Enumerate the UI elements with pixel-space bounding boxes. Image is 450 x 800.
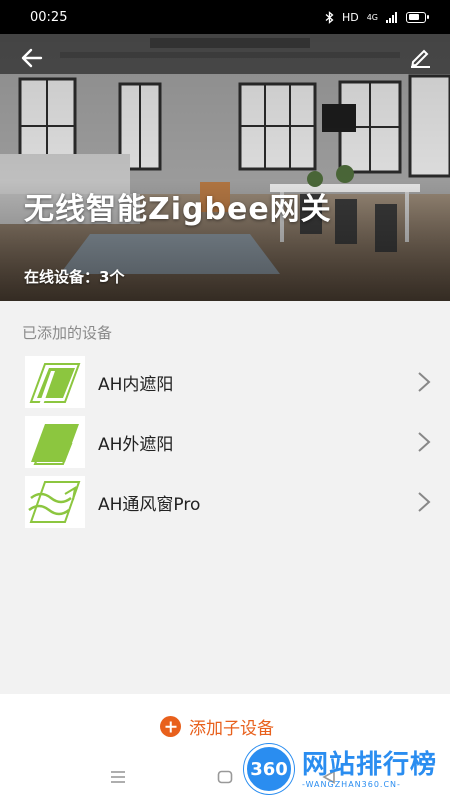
ventilation-window-icon — [25, 476, 85, 528]
status-bar: 00:25 HD 4G — [0, 0, 450, 34]
network-label: HD — [341, 10, 359, 24]
status-time: 00:25 — [30, 9, 68, 25]
chevron-right-icon — [418, 492, 431, 512]
status-icons: HD 4G — [325, 10, 429, 24]
page-title: 无线智能Zigbee网关 — [24, 192, 332, 227]
online-device-count: 在线设备：3个 — [24, 268, 125, 286]
inner-shade-icon — [25, 356, 85, 408]
home-icon[interactable] — [217, 770, 233, 784]
outer-shade-icon — [25, 416, 85, 468]
device-label: AH通风窗Pro — [98, 494, 201, 515]
device-item-outer-shade[interactable]: AH外遮阳 — [0, 412, 450, 472]
add-sub-device-label: 添加子设备 — [189, 719, 274, 739]
device-label: AH外遮阳 — [98, 434, 174, 455]
watermark-logo: 360 网站排行榜 -WANGZHAN360.CN- — [244, 744, 437, 794]
watermark-badge: 360 — [244, 744, 294, 794]
bottom-bar: 添加子设备 360 网站排行榜 -WANGZHAN360.CN- — [0, 694, 450, 800]
device-item-ventilation-window[interactable]: AH通风窗Pro — [0, 472, 450, 532]
battery-level — [408, 14, 419, 20]
watermark-main-text: 网站排行榜 — [302, 749, 438, 780]
back-button[interactable] — [12, 38, 52, 78]
plus-circle-icon — [160, 716, 181, 737]
hero-banner: 无线智能Zigbee网关 在线设备：3个 — [0, 34, 450, 301]
signal-icon — [386, 11, 397, 23]
device-item-inner-shade[interactable]: AH内遮阳 — [0, 352, 450, 412]
device-label: AH内遮阳 — [98, 374, 174, 395]
battery-icon — [406, 11, 429, 23]
pencil-icon — [411, 49, 430, 68]
edit-button[interactable] — [400, 38, 440, 78]
signal-label: 4G — [366, 12, 378, 22]
bluetooth-icon — [325, 10, 334, 24]
watermark-sub-text: -WANGZHAN360.CN- — [302, 779, 401, 789]
section-title: 已添加的设备 — [22, 324, 113, 342]
device-list: AH内遮阳 AH外遮阳 AH通风窗Pro — [0, 352, 450, 532]
hero-background-image — [0, 34, 450, 301]
menu-icon[interactable] — [110, 770, 126, 784]
chevron-right-icon — [418, 432, 431, 452]
chevron-right-icon — [418, 372, 431, 392]
add-sub-device-button[interactable]: 添加子设备 — [160, 714, 274, 739]
arrow-left-icon — [21, 48, 43, 68]
